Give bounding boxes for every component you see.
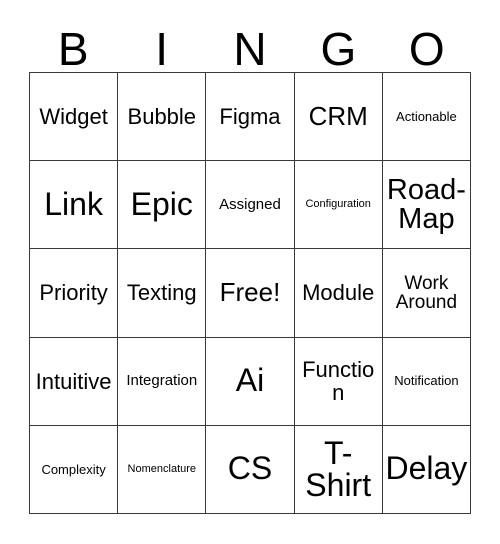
header-letter-n: N	[233, 23, 267, 75]
header-letter-g: G	[320, 23, 357, 75]
bingo-cell[interactable]: Actionable	[382, 73, 471, 162]
bingo-cell-label: CS	[227, 450, 273, 487]
bingo-card: B I N G O Widget Bubble Figma CRM Action…	[0, 0, 500, 544]
bingo-cell-label: Assigned	[219, 195, 281, 213]
bingo-cell[interactable]: Figma	[206, 73, 295, 162]
bingo-cell[interactable]: T-Shirt	[294, 425, 383, 514]
bingo-cell[interactable]: Priority	[30, 249, 119, 338]
bingo-cell-label: Free!	[219, 277, 281, 308]
bingo-cell-label: Figma	[219, 103, 281, 129]
bingo-cell-label: Epic	[130, 185, 193, 222]
bingo-cell[interactable]: Intuitive	[30, 337, 119, 426]
bingo-cell-label: Nomenclature	[127, 462, 197, 475]
header-letter-b: B	[57, 23, 89, 75]
bingo-cell-free-space[interactable]: Free!	[206, 249, 295, 338]
bingo-cell[interactable]: Widget	[30, 73, 119, 162]
bingo-cell-label: Function	[302, 356, 375, 406]
bingo-cell-label: Actionable	[396, 108, 457, 124]
bingo-cell[interactable]: CRM	[294, 73, 383, 162]
bingo-cell-label: Intuitive	[35, 368, 112, 394]
bingo-cell-label: Link	[44, 185, 103, 222]
bingo-cell-label: Module	[302, 280, 375, 306]
bingo-cell[interactable]: Notification	[382, 337, 471, 426]
bingo-cell-label: Bubble	[127, 103, 197, 129]
bingo-cell-label: Texting	[126, 280, 197, 306]
bingo-cell[interactable]: Function	[294, 337, 383, 426]
bingo-cell-label: Road-Map	[386, 173, 466, 235]
bingo-cell[interactable]: Configuration	[294, 161, 383, 250]
bingo-cell-label: Configuration	[305, 197, 371, 210]
bingo-cell-label: T-Shirt	[305, 435, 372, 504]
bingo-cell-label: Notification	[394, 373, 459, 389]
bingo-cell[interactable]: Bubble	[118, 73, 207, 162]
bingo-cell[interactable]: Ai	[206, 337, 295, 426]
bingo-cell[interactable]: Module	[294, 249, 383, 338]
bingo-cell[interactable]: Texting	[118, 249, 207, 338]
bingo-cell[interactable]: Work Around	[382, 249, 471, 338]
bingo-cell-label: Priority	[39, 280, 108, 306]
bingo-cell[interactable]: Integration	[118, 337, 207, 426]
bingo-cell[interactable]: Link	[30, 161, 119, 250]
bingo-cell[interactable]: Epic	[118, 161, 207, 250]
bingo-cell-label: Integration	[126, 372, 198, 390]
bingo-cell-label: CRM	[308, 100, 368, 131]
bingo-cell[interactable]: Delay	[382, 425, 471, 514]
bingo-cell[interactable]: Road-Map	[382, 161, 471, 250]
bingo-cell-label: Widget	[39, 103, 108, 129]
bingo-cell-label: Complexity	[41, 461, 106, 477]
bingo-cell[interactable]: CS	[206, 425, 295, 514]
header-letter-o: O	[408, 23, 445, 75]
bingo-grid: Widget Bubble Figma CRM Actionable Link …	[29, 72, 471, 514]
bingo-header-row: B I N G O	[29, 22, 471, 72]
bingo-cell[interactable]: Nomenclature	[118, 425, 207, 514]
bingo-cell[interactable]: Assigned	[206, 161, 295, 250]
bingo-cell-label: Work Around	[395, 272, 458, 313]
header-letter-i: I	[155, 23, 168, 75]
bingo-cell-label: Ai	[235, 362, 265, 399]
bingo-cell[interactable]: Complexity	[30, 425, 119, 514]
bingo-cell-label: Delay	[385, 450, 468, 487]
